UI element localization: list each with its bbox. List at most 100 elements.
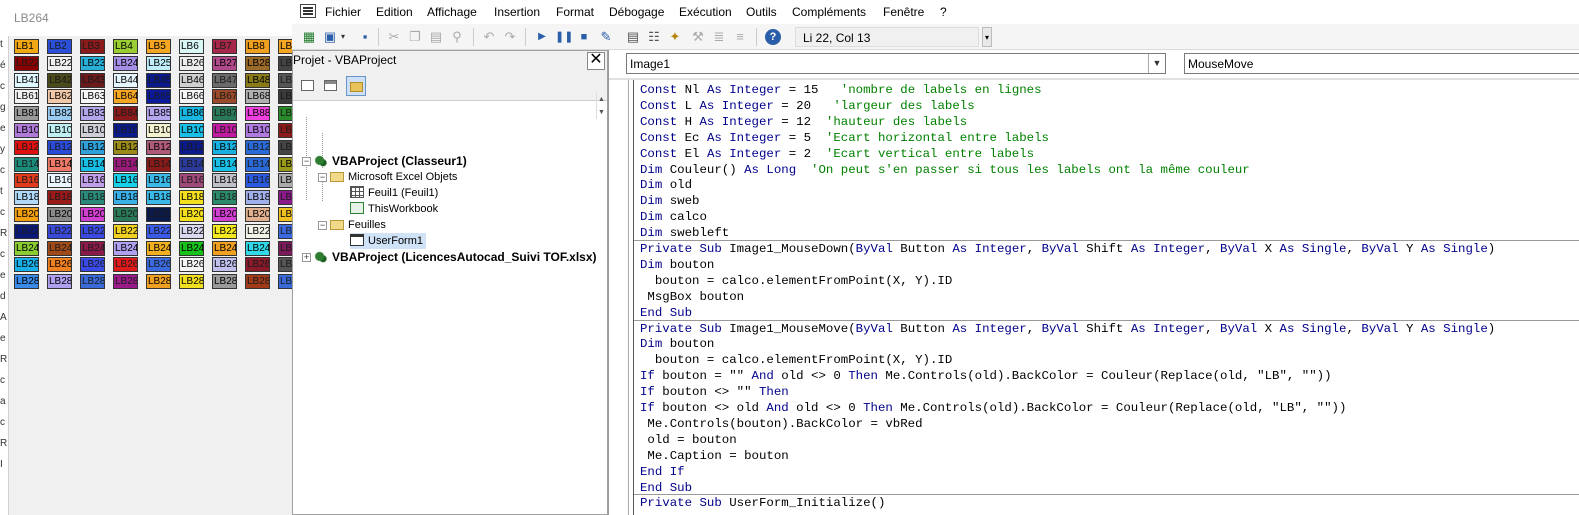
color-label[interactable]: LB22 [80, 223, 105, 239]
color-label[interactable]: LB26 [179, 257, 204, 273]
color-label[interactable]: LB7 [212, 39, 237, 54]
color-label[interactable]: LB [278, 123, 292, 138]
color-label[interactable]: LB16 [80, 173, 105, 189]
code-line[interactable]: If bouton <> old And old <> 0 Then Me.Co… [640, 400, 1346, 416]
menu-execution[interactable]: Exécution [679, 5, 732, 19]
color-label[interactable]: LB26 [14, 257, 39, 273]
redo-icon[interactable]: ↷ [502, 29, 518, 45]
color-label[interactable]: LB87 [212, 106, 237, 122]
color-label[interactable]: LB10 [113, 123, 138, 138]
code-line[interactable]: Const H As Integer = 12 'hauteur des lab… [640, 114, 967, 130]
menu-format[interactable]: Format [556, 5, 594, 19]
properties-icon[interactable]: ☷ [646, 29, 662, 45]
menu-insertion[interactable]: Insertion [494, 5, 540, 19]
outdent-icon[interactable]: ≡ [732, 29, 748, 45]
code-editor[interactable]: Const Nl As Integer = 15 'nombre de labe… [640, 80, 1579, 515]
color-label[interactable]: LB18 [113, 190, 138, 206]
color-label[interactable]: LB28 [212, 274, 237, 290]
color-label[interactable]: LB44 [113, 72, 138, 88]
run-icon[interactable]: ▶ [534, 29, 550, 45]
find-icon[interactable]: ⚲ [449, 29, 465, 45]
color-label[interactable]: LB28 [245, 55, 270, 71]
color-label[interactable]: LB83 [80, 106, 105, 122]
color-label[interactable]: LB20 [113, 207, 138, 222]
code-line[interactable]: End Sub [640, 305, 692, 321]
color-label[interactable]: LB12 [245, 139, 270, 155]
color-label[interactable]: LB18 [80, 190, 105, 206]
color-label[interactable]: LB20 [245, 207, 270, 222]
color-label[interactable]: LB16 [245, 173, 270, 189]
code-line[interactable]: MsgBox bouton [640, 289, 744, 305]
chevron-down-icon[interactable]: ▾ [339, 29, 347, 45]
code-line[interactable]: Me.Caption = bouton [640, 448, 788, 464]
color-label[interactable]: LB18 [212, 190, 237, 206]
color-label[interactable]: LB18 [47, 190, 72, 206]
color-label[interactable]: LB26 [47, 257, 72, 273]
color-label[interactable]: LB24 [80, 240, 105, 256]
indent-icon[interactable]: ≣ [711, 29, 727, 45]
color-label[interactable]: LB8 [245, 39, 270, 54]
color-label[interactable]: LB18 [179, 190, 204, 206]
color-label[interactable]: LB [278, 89, 292, 105]
color-label[interactable]: LB62 [47, 89, 72, 105]
color-label[interactable]: LB41 [14, 72, 39, 88]
color-label[interactable]: LB4 [113, 39, 138, 54]
color-label[interactable]: LB [278, 190, 292, 206]
paste-icon[interactable]: ▤ [428, 29, 444, 45]
color-label[interactable]: LB26 [80, 257, 105, 273]
color-label[interactable]: LB82 [47, 106, 72, 122]
expand-project2-icon[interactable]: + [302, 253, 311, 262]
color-label[interactable]: LB68 [245, 89, 270, 105]
project-explorer-icon[interactable]: ▤ [625, 29, 641, 45]
color-label[interactable]: LB46 [179, 72, 204, 88]
code-line[interactable]: Private Sub Image1_MouseDown(ByVal Butto… [640, 241, 1495, 257]
color-label[interactable]: LB23 [80, 55, 105, 71]
color-label[interactable]: LB20 [14, 207, 39, 222]
code-line[interactable]: Dim bouton [640, 257, 714, 273]
view-code-icon[interactable] [298, 76, 318, 96]
collapse-objects-icon[interactable]: − [318, 173, 327, 182]
tree-item-userform1[interactable]: UserForm1 [350, 233, 427, 249]
color-label[interactable]: LB26 [113, 257, 138, 273]
color-label[interactable]: LB16 [212, 173, 237, 189]
color-label[interactable]: LB28 [47, 274, 72, 290]
color-label[interactable]: LB43 [80, 72, 105, 88]
color-label[interactable]: LB26 [212, 257, 237, 273]
color-label[interactable]: LB26 [146, 257, 171, 273]
code-line[interactable]: Const Ec As Integer = 5 'Ecart horizonta… [640, 130, 1049, 146]
color-label[interactable]: LB12 [14, 139, 39, 155]
menu-fichier[interactable]: Fichier [325, 5, 361, 19]
color-label[interactable]: LB25 [146, 55, 171, 71]
collapse-forms-icon[interactable]: − [318, 221, 327, 230]
color-label[interactable]: LB26 [245, 257, 270, 273]
color-label[interactable]: LB6 [179, 39, 204, 54]
code-line[interactable]: Const L As Integer = 20 'largeur des lab… [640, 98, 975, 114]
color-label[interactable]: LB14 [14, 156, 39, 172]
color-label[interactable]: LB10 [212, 123, 237, 138]
window-menu-icon[interactable] [300, 4, 316, 18]
color-label[interactable]: LB14 [80, 156, 105, 172]
color-label[interactable]: LB10 [146, 123, 171, 138]
color-label[interactable]: LB67 [212, 89, 237, 105]
object-combo[interactable]: Image1 ▼ [626, 53, 1166, 74]
color-label[interactable]: LB12 [47, 139, 72, 155]
collapse-project1-icon[interactable]: − [302, 157, 311, 166]
copy-icon[interactable]: ❐ [407, 29, 423, 45]
color-label[interactable]: LB28 [14, 274, 39, 290]
color-label[interactable]: LB [278, 139, 292, 155]
color-label[interactable]: LB1 [14, 39, 39, 54]
color-label[interactable]: LB42 [47, 72, 72, 88]
color-label[interactable]: LB24 [179, 240, 204, 256]
color-label[interactable]: LB27 [212, 55, 237, 71]
code-line[interactable]: If bouton = "" And old <> 0 Then Me.Cont… [640, 368, 1332, 384]
code-line[interactable]: bouton = calco.elementFromPoint(X, Y).ID [640, 273, 952, 289]
color-label[interactable]: LB10 [245, 123, 270, 138]
color-label[interactable]: LB64 [113, 89, 138, 105]
menu-debogage[interactable]: Débogage [609, 5, 664, 19]
color-label[interactable]: LB24 [245, 240, 270, 256]
color-label[interactable]: LB28 [179, 274, 204, 290]
color-label[interactable]: LB [278, 156, 292, 172]
code-line[interactable]: Private Sub UserForm_Initialize() [640, 495, 885, 511]
color-label[interactable]: LB3 [80, 39, 105, 54]
color-label[interactable]: LB28 [113, 274, 138, 290]
